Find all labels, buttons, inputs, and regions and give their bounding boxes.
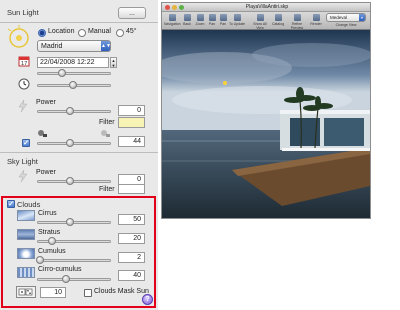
manual-label: Manual bbox=[88, 28, 111, 35]
location-radio[interactable] bbox=[38, 29, 46, 37]
sky-filter-color-swatch[interactable] bbox=[118, 184, 145, 194]
show-all-view-icon bbox=[256, 14, 264, 21]
toolbar-navigation[interactable]: Navigation bbox=[164, 14, 181, 26]
lightning-icon bbox=[18, 100, 28, 112]
separator bbox=[0, 22, 158, 23]
toolbar-change-view[interactable]: Change View bbox=[326, 23, 366, 27]
toolbar-label: Back bbox=[183, 22, 191, 26]
sky-power-slider-thumb[interactable] bbox=[66, 177, 74, 185]
toolbar-to-update[interactable]: To Update bbox=[229, 14, 245, 26]
city-select[interactable]: Madrid ▲▼ bbox=[37, 40, 111, 52]
toolbar-zoom[interactable]: Zoom bbox=[194, 14, 206, 26]
pan-icon bbox=[219, 14, 227, 21]
close-window-icon[interactable] bbox=[165, 5, 170, 10]
angle-45-label: 45° bbox=[126, 28, 137, 35]
angle-45-radio[interactable] bbox=[116, 29, 124, 37]
toolbar-render[interactable]: Render bbox=[309, 14, 323, 26]
calendar-icon: 17 bbox=[18, 56, 30, 67]
sky-power-label: Power bbox=[36, 169, 56, 176]
toolbar-label: Zoom bbox=[195, 22, 205, 26]
sun-filter-label: Filter bbox=[99, 119, 115, 126]
toolbar-label: Pan bbox=[219, 22, 227, 26]
sky-filter-label: Filter bbox=[99, 186, 115, 193]
sharp-shadow-icon bbox=[38, 130, 47, 137]
toolbar-pan-2[interactable]: Pan bbox=[218, 14, 228, 26]
sun-power-slider[interactable] bbox=[37, 110, 111, 113]
clouds-section-highlight bbox=[1, 196, 156, 308]
render-viewport[interactable] bbox=[162, 30, 370, 218]
render-icon bbox=[312, 14, 320, 21]
sun-light-heading: Sun Light bbox=[7, 8, 39, 17]
toolbar-label: Navigation bbox=[164, 22, 181, 26]
sun-options-button[interactable]: ... bbox=[118, 7, 146, 19]
date-slider[interactable] bbox=[37, 72, 111, 75]
view-select-value: Medeval bbox=[330, 15, 348, 20]
sky-power-slider[interactable] bbox=[37, 180, 111, 183]
sun-power-label: Power bbox=[36, 99, 56, 106]
manual-radio[interactable] bbox=[78, 29, 86, 37]
toolbar-pan[interactable]: Pan bbox=[207, 14, 217, 26]
date-slider-thumb[interactable] bbox=[58, 69, 66, 77]
sun-softness-slider[interactable] bbox=[37, 142, 111, 145]
city-value: Madrid bbox=[41, 43, 63, 50]
pan-icon bbox=[208, 14, 216, 21]
sun-power-slider-thumb[interactable] bbox=[66, 107, 74, 115]
svg-text:17: 17 bbox=[21, 61, 27, 67]
lightning-icon bbox=[18, 170, 28, 182]
view-select[interactable]: Medeval ▼ bbox=[326, 13, 366, 22]
sun-softness-value[interactable]: 44 bbox=[118, 136, 145, 147]
sun-position-marker bbox=[223, 81, 227, 85]
toolbar-label: Pan bbox=[208, 22, 216, 26]
render-preview-window: PlayaVillaAntiri.skp Navigation Back Zoo… bbox=[161, 2, 371, 219]
sky-light-heading: Sky Light bbox=[7, 157, 38, 166]
window-titlebar: PlayaVillaAntiri.skp bbox=[162, 3, 370, 12]
navigation-icon bbox=[168, 14, 176, 21]
zoom-window-icon[interactable] bbox=[179, 5, 184, 10]
toolbar-refine-preview[interactable]: Refine Preview bbox=[286, 14, 308, 30]
location-label: Location bbox=[48, 28, 75, 35]
chevron-down-icon: ▲▼ bbox=[101, 41, 111, 51]
back-icon bbox=[183, 14, 191, 21]
toolbar-label: To Update bbox=[229, 22, 245, 26]
date-time-field[interactable]: 22/04/2008 12:22 bbox=[37, 57, 109, 68]
sun-filter-color-swatch[interactable] bbox=[118, 117, 145, 128]
clock-icon bbox=[18, 78, 30, 90]
toolbar-label: Show All View bbox=[253, 22, 267, 30]
sun-power-value[interactable]: 0 bbox=[118, 105, 145, 116]
toolbar-back[interactable]: Back bbox=[181, 14, 193, 26]
minimize-window-icon[interactable] bbox=[172, 5, 177, 10]
sun-shadow-checkbox[interactable]: ✓ bbox=[22, 139, 30, 147]
update-icon bbox=[233, 14, 241, 21]
toolbar-label: Render bbox=[310, 22, 322, 26]
separator bbox=[0, 152, 158, 153]
render-toolbar: Navigation Back Zoom Pan Pan To Update S… bbox=[162, 12, 370, 30]
sun-softness-slider-thumb[interactable] bbox=[66, 139, 74, 147]
date-stepper[interactable]: ▲ ▼ bbox=[110, 57, 117, 68]
toolbar-catalog[interactable]: Catalog bbox=[271, 14, 285, 26]
toolbar-label: Change View bbox=[335, 23, 357, 27]
refine-preview-icon bbox=[293, 14, 301, 21]
toolbar-show-all-view[interactable]: Show All View bbox=[250, 14, 270, 30]
toolbar-label: Refine Preview bbox=[290, 22, 304, 30]
rendered-scene-image bbox=[162, 30, 370, 218]
soft-shadow-icon bbox=[101, 130, 110, 137]
catalog-icon bbox=[274, 14, 282, 21]
toolbar-label: Catalog bbox=[271, 22, 285, 26]
window-title: PlayaVillaAntiri.skp bbox=[245, 4, 289, 10]
zoom-icon bbox=[196, 14, 204, 21]
sun-icon bbox=[7, 25, 29, 48]
time-slider-thumb[interactable] bbox=[69, 81, 77, 89]
chevron-down-icon: ▼ bbox=[359, 14, 365, 21]
